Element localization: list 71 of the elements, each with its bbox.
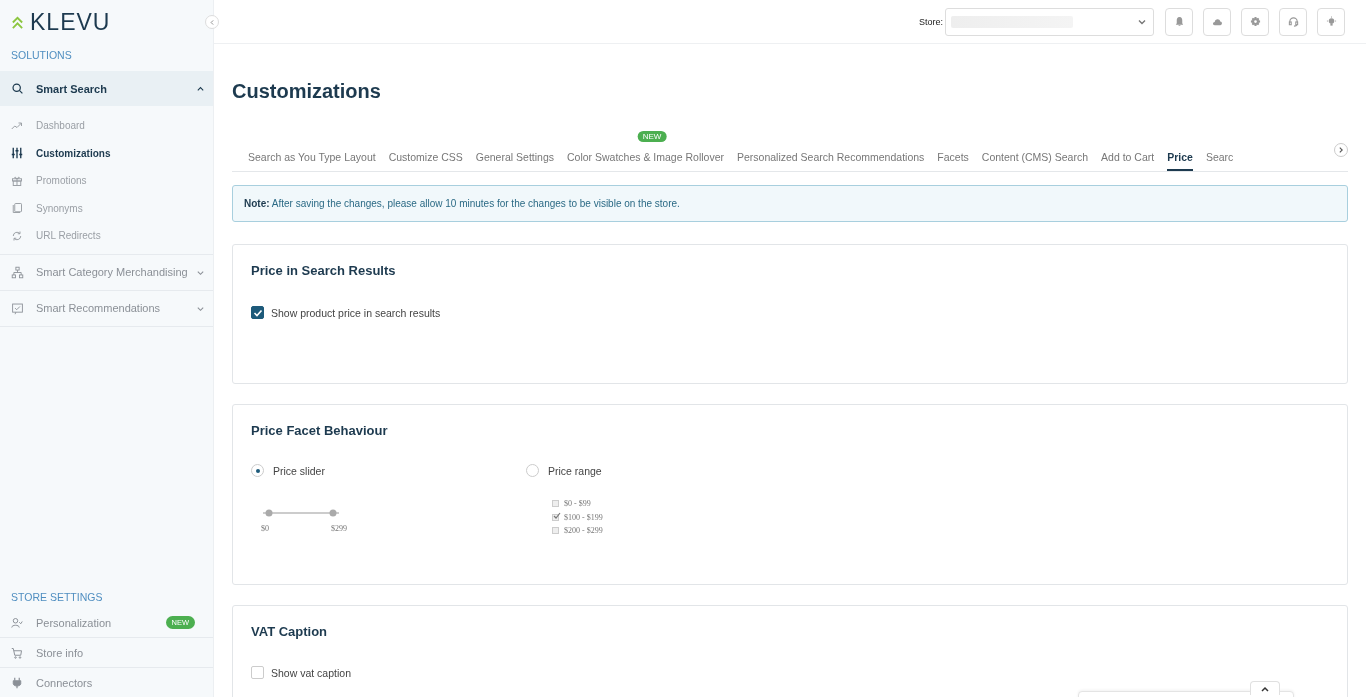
- bulb-icon: [1325, 16, 1337, 27]
- cloud-icon: [1211, 16, 1223, 27]
- logo-text: KLEVU: [30, 8, 111, 36]
- chevron-up-icon: [1261, 685, 1269, 692]
- tab[interactable]: General Settings: [475, 129, 567, 171]
- nav-item[interactable]: Customizations: [0, 139, 213, 167]
- chevrons-logo-icon: [11, 14, 24, 30]
- checklist-icon: [11, 301, 24, 315]
- collapse-sidebar-button[interactable]: [205, 15, 219, 29]
- chevron-left-icon: [208, 18, 216, 26]
- nav-group[interactable]: Smart Search: [0, 71, 213, 106]
- page-title: Customizations: [232, 80, 382, 104]
- checkbox[interactable]: [251, 306, 264, 319]
- option-label: Show vat caption: [271, 666, 351, 679]
- store-label: Store:: [919, 16, 943, 27]
- hierarchy-icon: [11, 265, 24, 279]
- search-icon: [11, 82, 24, 95]
- card-title: Price in Search Results: [251, 263, 397, 278]
- slider-value-label: $0: [261, 524, 269, 533]
- card-title: VAT Caption: [251, 624, 329, 639]
- chevron-right-icon: [1337, 146, 1345, 154]
- stack-icon: [11, 202, 23, 215]
- tab[interactable]: Add to Cart: [1101, 129, 1168, 171]
- cart-icon: [11, 646, 23, 659]
- section-heading: STORE SETTINGS: [10, 590, 104, 605]
- section-heading: SOLUTIONS: [10, 48, 73, 63]
- nav-item[interactable]: Connectors: [0, 668, 213, 697]
- note-banner: Note: After saving the changes, please allow 10 minutes for the changes to be visible on the store.: [232, 185, 1348, 222]
- tab[interactable]: Content (CMS) Search: [981, 129, 1102, 171]
- scroll-right-button[interactable]: [1334, 143, 1348, 157]
- tab[interactable]: Facets: [937, 129, 982, 171]
- headset-icon: [1287, 16, 1299, 27]
- nav-item[interactable]: URL Redirects: [0, 222, 213, 250]
- nav-group[interactable]: Smart Category Merchandising: [0, 254, 213, 291]
- sliders-icon: [11, 147, 23, 160]
- option-label: Show product price in search results: [271, 306, 441, 319]
- person-icon: [11, 616, 23, 629]
- expand-panel-button[interactable]: [1250, 681, 1280, 695]
- settings-button[interactable]: [1241, 7, 1269, 36]
- tab[interactable]: Personalized Search Recommendations: [736, 129, 938, 171]
- caret-icon: [196, 84, 205, 93]
- nav-item[interactable]: Promotions: [0, 167, 213, 195]
- slider-value-label: $299: [331, 524, 347, 533]
- refresh-icon: [11, 229, 23, 242]
- bell-icon: [1173, 16, 1185, 27]
- settings-icon: [1249, 16, 1261, 27]
- tab[interactable]: Search as You Type Layout: [248, 129, 389, 171]
- new-badge: NEW: [637, 131, 667, 142]
- option-label: Price range: [548, 464, 602, 477]
- tab[interactable]: Customize CSS: [388, 129, 476, 171]
- nav-item[interactable]: Synonyms: [0, 194, 213, 222]
- trend-icon: [11, 119, 23, 132]
- card-title: Price Facet Behaviour: [251, 423, 389, 438]
- tab[interactable]: Searc: [1205, 129, 1247, 171]
- bulb-button[interactable]: [1317, 7, 1345, 36]
- gift-icon: [11, 174, 23, 187]
- price-range-label: $200 - $299: [564, 526, 603, 536]
- cloud-button[interactable]: [1203, 7, 1231, 36]
- nav-item[interactable]: Dashboard: [0, 112, 213, 140]
- headset-button[interactable]: [1279, 7, 1307, 36]
- price-range-label: $100 - $199: [564, 512, 603, 522]
- bell-button[interactable]: [1165, 7, 1193, 36]
- radio-button[interactable]: [526, 464, 539, 477]
- radio-button[interactable]: [251, 464, 264, 477]
- plug-icon: [11, 676, 23, 689]
- price-range-label: $0 - $99: [564, 499, 591, 509]
- nav-group[interactable]: Smart Recommendations: [0, 290, 213, 327]
- tab[interactable]: NEW Color Swatches & Image Rollover: [567, 129, 737, 171]
- nav-item[interactable]: Store info: [0, 638, 213, 668]
- tab[interactable]: Price: [1167, 129, 1193, 171]
- option-label: Price slider: [273, 464, 325, 477]
